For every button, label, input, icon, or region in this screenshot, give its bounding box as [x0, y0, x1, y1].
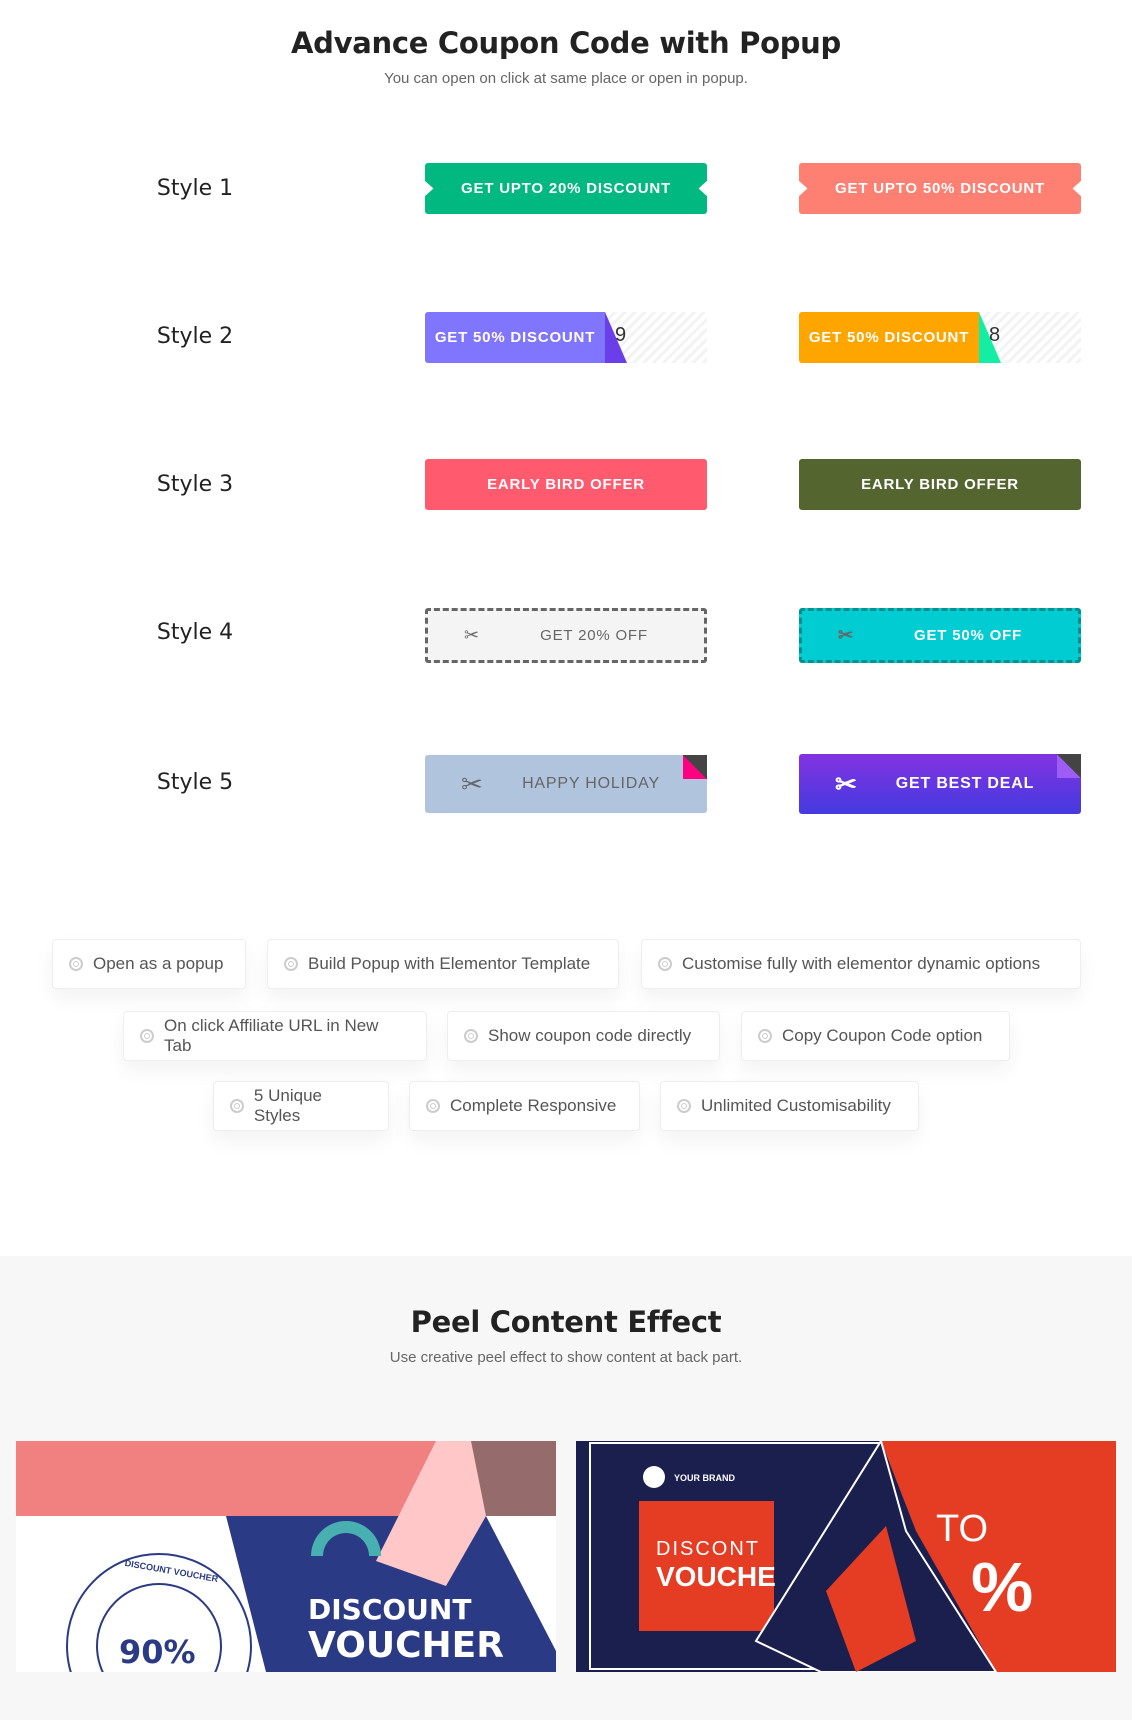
feature-pill[interactable]: Build Popup with Elementor Template	[267, 939, 619, 989]
target-icon	[658, 957, 672, 971]
feature-label: On click Affiliate URL in New Tab	[163, 1016, 379, 1055]
peel-image-left[interactable]: DISCOUNT VOUCHER DISCOUNT VOUCHER 90%	[16, 1441, 556, 1672]
style-label: Style 3	[156, 472, 234, 497]
coupon-button-style3-right[interactable]: EARLY BIRD OFFER	[799, 459, 1081, 510]
target-icon	[69, 957, 83, 971]
section-subtitle: Use creative peel effect to show content…	[389, 1349, 743, 1366]
target-icon	[426, 1099, 440, 1113]
feature-pill[interactable]: Complete Responsive	[409, 1081, 640, 1131]
peel-left-heading1: DISCOUNT	[308, 1593, 471, 1626]
coupon-button-style4-left[interactable]: ✂ GET 20% OFF	[425, 608, 707, 663]
coupon-label: GET BEST DEAL	[895, 775, 1035, 792]
style-label: Style 2	[156, 324, 234, 349]
target-icon	[758, 1029, 772, 1043]
peel-corner	[1057, 754, 1081, 778]
coupon-button-style5-left[interactable]: ✂ HAPPY HOLIDAY	[425, 755, 707, 813]
style-label: Style 1	[156, 176, 234, 201]
style-label: Style 5	[156, 770, 234, 795]
coupon-button-style3-left[interactable]: EARLY BIRD OFFER	[425, 459, 707, 510]
coupon-button-style1-right[interactable]: GET UPTO 50% DISCOUNT	[799, 163, 1081, 214]
feature-label: Show coupon code directly	[488, 1026, 692, 1045]
feature-pill[interactable]: Show coupon code directly	[447, 1011, 720, 1061]
peel-right-pct: %	[971, 1548, 1033, 1626]
peel-right-line2: VOUCHE	[656, 1561, 776, 1592]
feature-pill[interactable]: Open as a popup	[52, 939, 246, 989]
target-icon	[140, 1029, 154, 1043]
feature-label: Copy Coupon Code option	[782, 1026, 983, 1045]
coupon-button-style5-right[interactable]: ✂ GET BEST DEAL	[799, 754, 1081, 814]
feature-label: Unlimited Customisability	[701, 1096, 891, 1115]
style-label: Style 4	[156, 620, 234, 645]
coupon-code-peek: 9	[615, 324, 627, 346]
coupon-label: GET 50% DISCOUNT	[425, 312, 605, 363]
scissors-icon: ✂	[838, 625, 854, 645]
peel-image-right[interactable]: YOUR BRAND DISCONT VOUCHE TO %	[576, 1441, 1116, 1672]
coupon-label: HAPPY HOLIDAY	[522, 775, 660, 792]
feature-pill[interactable]: Unlimited Customisability	[660, 1081, 919, 1131]
feature-label: Complete Responsive	[450, 1096, 617, 1115]
feature-pill[interactable]: 5 Unique Styles	[213, 1081, 389, 1131]
feature-label: 5 Unique Styles	[253, 1086, 322, 1125]
section-title: Peel Content Effect	[410, 1305, 722, 1339]
page-title: Advance Coupon Code with Popup	[291, 26, 841, 60]
coupon-label: GET 50% OFF	[914, 627, 1022, 644]
feature-label: Customise fully with elementor dynamic o…	[682, 954, 1041, 973]
peel-right-line1: DISCONT	[656, 1538, 760, 1560]
feature-label: Build Popup with Elementor Template	[308, 954, 591, 973]
feature-label: Open as a popup	[93, 954, 224, 973]
target-icon	[677, 1099, 691, 1113]
target-icon	[230, 1099, 244, 1113]
peel-right-brand: YOUR BRAND	[674, 1473, 736, 1483]
scissors-icon: ✂	[461, 768, 484, 799]
peel-left-badge: 90%	[119, 1633, 196, 1671]
coupon-button-style2-left[interactable]: GET 50% DISCOUNT 9	[425, 312, 707, 363]
peel-right-to: TO	[936, 1508, 988, 1550]
feature-pill[interactable]: On click Affiliate URL in New Tab	[123, 1011, 427, 1061]
coupon-button-style2-right[interactable]: GET 50% DISCOUNT 8	[799, 312, 1081, 363]
feature-pill[interactable]: Customise fully with elementor dynamic o…	[641, 939, 1081, 989]
page-subtitle: You can open on click at same place or o…	[384, 70, 748, 87]
coupon-button-style4-right[interactable]: ✂ GET 50% OFF	[799, 608, 1081, 663]
scissors-icon: ✂	[464, 625, 480, 645]
coupon-code-peek: 8	[989, 324, 1001, 346]
coupon-label: GET 20% OFF	[540, 627, 648, 644]
scissors-icon: ✂	[835, 768, 858, 799]
peel-corner	[683, 755, 707, 779]
coupon-button-style1-left[interactable]: GET UPTO 20% DISCOUNT	[425, 163, 707, 214]
coupon-label: GET 50% DISCOUNT	[799, 312, 979, 363]
peel-left-heading2: VOUCHER	[308, 1625, 504, 1666]
target-icon	[284, 957, 298, 971]
target-icon	[464, 1029, 478, 1043]
feature-pill[interactable]: Copy Coupon Code option	[741, 1011, 1010, 1061]
